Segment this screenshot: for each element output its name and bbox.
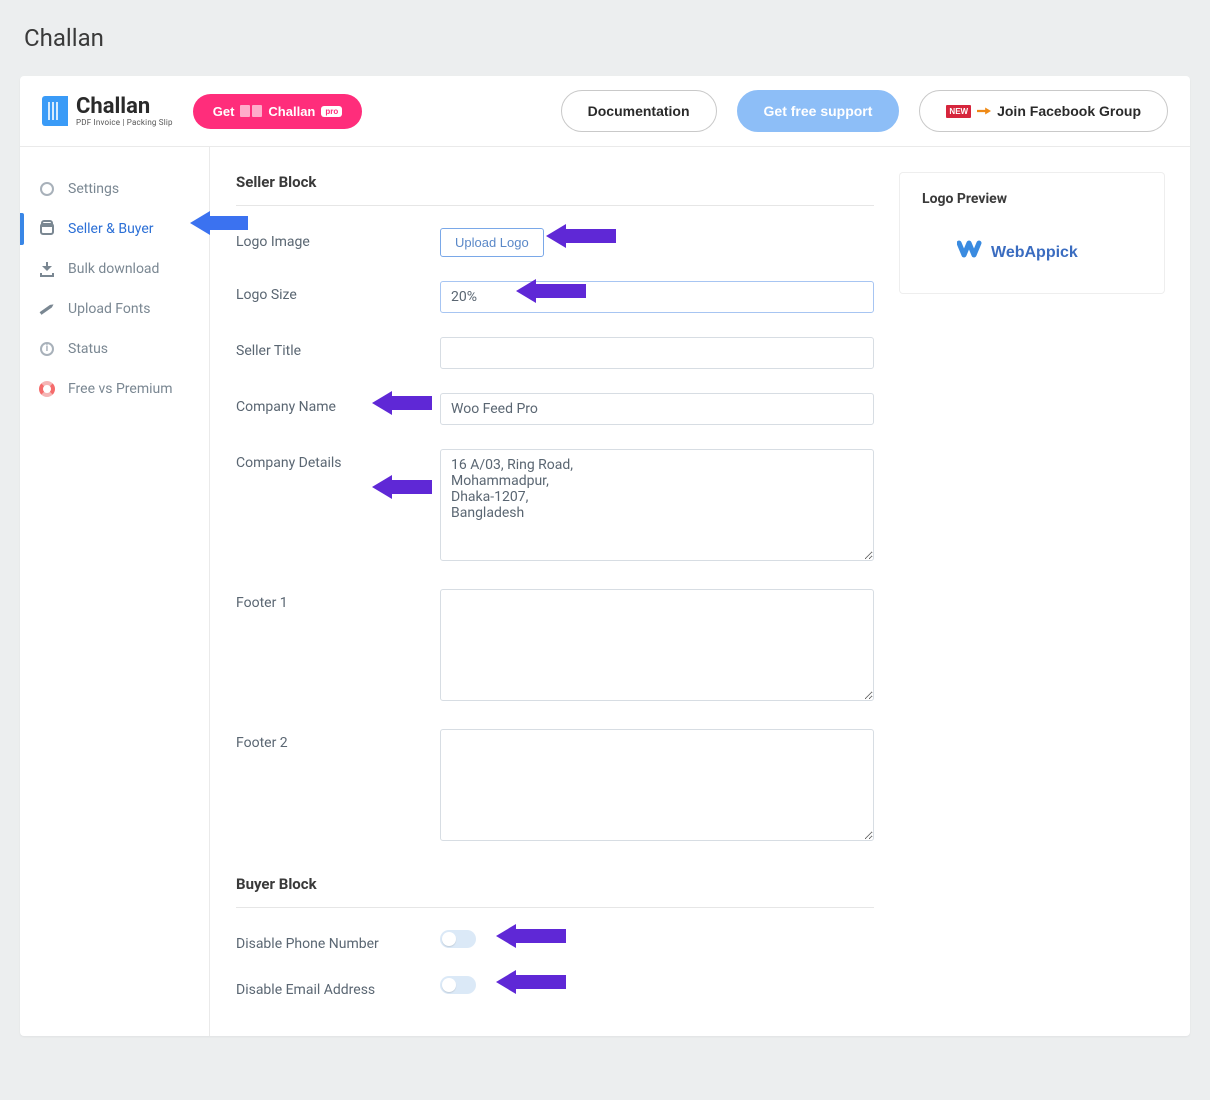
- annotation-arrow: [372, 475, 432, 499]
- footer2-label: Footer 2: [236, 729, 426, 751]
- seller-title-label: Seller Title: [236, 337, 426, 359]
- pen-icon: [38, 300, 56, 318]
- box-icon: [38, 220, 56, 238]
- sidebar-item-label: Seller & Buyer: [68, 221, 154, 237]
- logo-preview-image: WebAppick: [922, 235, 1142, 267]
- field-logo-size: Logo Size: [236, 269, 874, 325]
- field-logo-image: Logo Image Upload Logo: [236, 216, 874, 269]
- sidebar-item-settings[interactable]: Settings: [20, 169, 209, 209]
- sidebar-item-upload-fonts[interactable]: Upload Fonts: [20, 289, 209, 329]
- logo-size-input[interactable]: [440, 281, 874, 313]
- field-disable-email: Disable Email Address: [236, 964, 874, 1010]
- brand-name: Challan: [76, 96, 173, 118]
- sidebar-item-label: Upload Fonts: [68, 301, 150, 317]
- support-button[interactable]: Get free support: [737, 90, 900, 132]
- sidebar-item-bulk-download[interactable]: Bulk download: [20, 249, 209, 289]
- company-details-label: Company Details: [236, 449, 426, 471]
- company-name-label: Company Name: [236, 393, 426, 415]
- sidebar-item-label: Bulk download: [68, 261, 159, 277]
- logo-size-label: Logo Size: [236, 281, 426, 303]
- logo-preview-title: Logo Preview: [922, 191, 1142, 207]
- sidebar-item-status[interactable]: Status: [20, 329, 209, 369]
- content-area: Seller Block Logo Image Upload Logo Logo…: [210, 147, 1190, 1036]
- fb-label: Join Facebook Group: [997, 103, 1141, 119]
- logo-image-label: Logo Image: [236, 228, 426, 250]
- brand-logo: Challan PDF Invoice | Packing Slip: [42, 96, 173, 127]
- pro-badge: pro: [321, 106, 342, 117]
- sidebar-item-seller-buyer[interactable]: Seller & Buyer: [20, 209, 209, 249]
- disable-phone-label: Disable Phone Number: [236, 930, 426, 952]
- buyer-section-title: Buyer Block: [236, 875, 874, 908]
- facebook-group-button[interactable]: NEW Join Facebook Group: [919, 90, 1168, 132]
- app-container: Challan PDF Invoice | Packing Slip Get C…: [20, 76, 1190, 1036]
- sidebar-item-label: Settings: [68, 181, 119, 197]
- get-pro-prefix: Get: [213, 104, 235, 119]
- field-company-details: Company Details: [236, 437, 874, 577]
- field-footer-1: Footer 1: [236, 577, 874, 717]
- buyer-section: Buyer Block Disable Phone Number Disable…: [236, 875, 874, 1010]
- upload-logo-button[interactable]: Upload Logo: [440, 228, 544, 257]
- brand-icon: [42, 96, 68, 126]
- sidebar-item-label: Status: [68, 341, 108, 357]
- new-badge: NEW: [946, 105, 971, 118]
- gear-icon: [38, 180, 56, 198]
- company-details-input[interactable]: [440, 449, 874, 561]
- sidebar-item-free-vs-premium[interactable]: Free vs Premium: [20, 369, 209, 409]
- get-pro-icons: [240, 105, 262, 117]
- seller-section-title: Seller Block: [236, 173, 874, 206]
- seller-title-input[interactable]: [440, 337, 874, 369]
- sidebar: Settings Seller & Buyer Bulk download Up…: [20, 147, 210, 1036]
- footer1-input[interactable]: [440, 589, 874, 701]
- company-name-input[interactable]: [440, 393, 874, 425]
- get-pro-button[interactable]: Get Challan pro: [193, 94, 363, 129]
- field-seller-title: Seller Title: [236, 325, 874, 381]
- lifebuoy-icon: [38, 380, 56, 398]
- logo-preview-card: Logo Preview WebAppick: [900, 173, 1164, 293]
- disable-phone-toggle[interactable]: [440, 930, 476, 948]
- footer2-input[interactable]: [440, 729, 874, 841]
- download-icon: [38, 260, 56, 278]
- topbar: Challan PDF Invoice | Packing Slip Get C…: [20, 76, 1190, 147]
- sidebar-item-label: Free vs Premium: [68, 381, 173, 397]
- get-pro-name: Challan: [268, 104, 315, 119]
- page-title: Challan: [0, 0, 1210, 76]
- field-disable-phone: Disable Phone Number: [236, 918, 874, 964]
- documentation-button[interactable]: Documentation: [561, 90, 717, 132]
- arrow-right-icon: [977, 106, 991, 116]
- svg-text:WebAppick: WebAppick: [991, 244, 1078, 261]
- main-panel: Seller Block Logo Image Upload Logo Logo…: [236, 173, 874, 1010]
- info-icon: [38, 340, 56, 358]
- field-company-name: Company Name: [236, 381, 874, 437]
- brand-subtitle: PDF Invoice | Packing Slip: [76, 118, 173, 127]
- disable-email-label: Disable Email Address: [236, 976, 426, 998]
- footer1-label: Footer 1: [236, 589, 426, 611]
- body-wrap: Settings Seller & Buyer Bulk download Up…: [20, 147, 1190, 1036]
- disable-email-toggle[interactable]: [440, 976, 476, 994]
- field-footer-2: Footer 2: [236, 717, 874, 857]
